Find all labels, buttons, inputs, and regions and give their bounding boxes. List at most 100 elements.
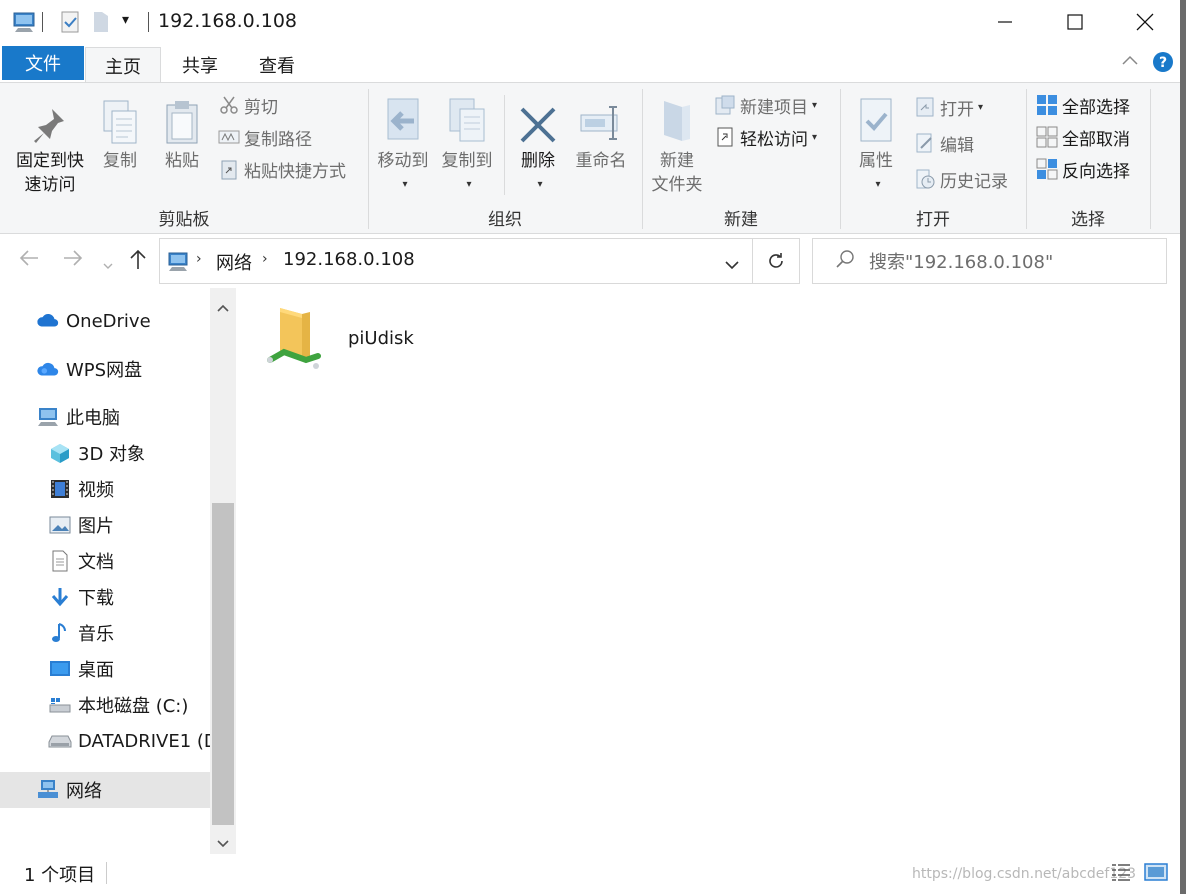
move-to-label: 移动到 bbox=[377, 151, 429, 171]
new-item-button[interactable]: 新建项目 ▾ bbox=[714, 91, 817, 119]
copy-path-icon bbox=[218, 126, 240, 148]
delete-button[interactable]: 删除 ▾ bbox=[510, 93, 566, 197]
nav-label: 视频 bbox=[78, 480, 114, 501]
select-all-icon bbox=[1036, 94, 1058, 116]
recent-locations-chevron-icon[interactable] bbox=[102, 252, 114, 276]
back-arrow-icon[interactable] bbox=[18, 248, 40, 273]
properties-button[interactable]: 属性 ▾ bbox=[846, 93, 906, 197]
move-to-button[interactable]: 移动到 ▾ bbox=[372, 93, 434, 197]
list-item[interactable]: piUdisk bbox=[266, 304, 466, 376]
delete-dropdown-icon: ▾ bbox=[537, 179, 543, 190]
close-button[interactable] bbox=[1110, 0, 1180, 44]
tab-share[interactable]: 共享 bbox=[165, 47, 235, 82]
new-folder-qat-icon[interactable] bbox=[92, 10, 110, 39]
select-none-label: 全部取消 bbox=[1062, 129, 1130, 150]
select-all-label: 全部选择 bbox=[1062, 97, 1130, 118]
paste-label: 粘贴 bbox=[165, 151, 199, 171]
copy-button[interactable]: 复制 bbox=[94, 93, 146, 173]
nav-item-local-disk-c[interactable]: 本地磁盘 (C:) bbox=[48, 690, 188, 720]
svg-text:?: ? bbox=[1159, 55, 1167, 71]
edit-icon bbox=[914, 132, 936, 154]
invert-selection-button[interactable]: 反向选择 bbox=[1036, 155, 1130, 183]
nav-item-music[interactable]: 音乐 bbox=[48, 618, 114, 648]
refresh-icon bbox=[769, 253, 783, 268]
properties-dropdown-icon: ▾ bbox=[875, 179, 881, 190]
nav-item-this-pc[interactable]: 此电脑 bbox=[36, 402, 120, 432]
video-film-icon bbox=[48, 477, 72, 501]
nav-item-downloads[interactable]: 下载 bbox=[48, 582, 114, 612]
properties-label: 属性 bbox=[859, 151, 893, 171]
details-view-icon[interactable] bbox=[1110, 862, 1132, 887]
ribbon-separator bbox=[1150, 89, 1151, 229]
nav-label: 桌面 bbox=[78, 660, 114, 681]
easy-access-button[interactable]: 轻松访问 ▾ bbox=[714, 123, 817, 151]
forward-arrow-icon[interactable] bbox=[62, 248, 84, 273]
search-box[interactable]: 搜索"192.168.0.108" bbox=[812, 238, 1167, 284]
pin-quick-access-button[interactable]: 固定到快 速访问 bbox=[8, 93, 92, 197]
paste-button[interactable]: 粘贴 bbox=[156, 93, 208, 173]
clipboard-group-label: 剪贴板 bbox=[158, 210, 210, 230]
new-folder-label-2: 文件夹 bbox=[651, 175, 703, 195]
large-icons-view-icon[interactable] bbox=[1144, 862, 1168, 887]
open-group-label: 打开 bbox=[916, 210, 950, 230]
nav-item-3d-objects[interactable]: 3D 对象 bbox=[48, 438, 145, 468]
open-button[interactable]: 打开 ▾ bbox=[914, 93, 983, 121]
move-to-icon bbox=[372, 93, 434, 145]
collapse-ribbon-icon[interactable] bbox=[1120, 52, 1140, 73]
nav-item-wps[interactable]: WPS网盘 bbox=[36, 354, 142, 384]
pictures-icon bbox=[48, 513, 72, 537]
nav-item-network[interactable]: 网络 bbox=[36, 775, 102, 805]
paste-shortcut-button[interactable]: 粘贴快捷方式 bbox=[218, 155, 346, 183]
edit-button[interactable]: 编辑 bbox=[914, 129, 974, 157]
help-icon[interactable]: ? bbox=[1152, 51, 1174, 78]
tab-home[interactable]: 主页 bbox=[85, 47, 161, 83]
search-icon bbox=[835, 249, 855, 274]
nav-label: 下载 bbox=[78, 588, 114, 609]
breadcrumb-host[interactable]: 192.168.0.108 bbox=[283, 249, 415, 270]
nav-item-datadrive[interactable]: DATADRIVE1 (D bbox=[48, 726, 218, 756]
breadcrumb-chevron-icon[interactable]: › bbox=[196, 251, 202, 267]
nav-item-desktop[interactable]: 桌面 bbox=[48, 654, 114, 684]
easy-access-icon bbox=[714, 126, 736, 148]
scroll-down-icon[interactable] bbox=[216, 834, 230, 854]
new-folder-button[interactable]: 新建 文件夹 bbox=[646, 93, 708, 197]
3d-objects-cube-icon bbox=[48, 441, 72, 465]
nav-item-documents[interactable]: 文档 bbox=[48, 546, 114, 576]
refresh-button[interactable] bbox=[753, 238, 800, 284]
address-bar[interactable]: › 网络 › 192.168.0.108 bbox=[159, 238, 753, 284]
scroll-up-icon[interactable] bbox=[216, 298, 230, 318]
breadcrumb-network[interactable]: 网络 bbox=[216, 249, 252, 275]
copy-to-dropdown-icon: ▾ bbox=[466, 179, 472, 190]
pin-icon bbox=[8, 93, 92, 145]
properties-qat-icon[interactable] bbox=[60, 10, 80, 39]
select-none-button[interactable]: 全部取消 bbox=[1036, 123, 1130, 151]
copy-to-button[interactable]: 复制到 ▾ bbox=[436, 93, 498, 197]
minimize-button[interactable] bbox=[970, 0, 1040, 44]
copy-path-button[interactable]: 复制路径 bbox=[218, 123, 312, 151]
nav-label: WPS网盘 bbox=[66, 360, 143, 381]
qat-separator bbox=[42, 12, 43, 32]
computer-icon[interactable] bbox=[12, 10, 38, 39]
history-button[interactable]: 历史记录 bbox=[914, 165, 1008, 193]
cut-button[interactable]: 剪切 bbox=[218, 91, 278, 119]
onedrive-cloud-icon bbox=[36, 309, 60, 333]
new-item-dropdown-icon: ▾ bbox=[812, 99, 818, 111]
status-bar: 1 个项目 https://blog.csdn.net/abcdef123 bbox=[0, 854, 1186, 894]
up-arrow-icon[interactable] bbox=[128, 248, 148, 275]
nav-item-pictures[interactable]: 图片 bbox=[48, 510, 114, 540]
open-label: 打开 bbox=[940, 99, 974, 120]
nav-scroll-thumb[interactable] bbox=[212, 503, 234, 825]
rename-button[interactable]: 重命名 bbox=[570, 93, 632, 173]
nav-item-videos[interactable]: 视频 bbox=[48, 474, 114, 504]
maximize-button[interactable] bbox=[1040, 0, 1110, 44]
tab-view[interactable]: 查看 bbox=[242, 47, 312, 82]
new-folder-label-1: 新建 bbox=[660, 151, 694, 171]
nav-item-onedrive[interactable]: OneDrive bbox=[36, 306, 151, 336]
qat-dropdown-icon[interactable]: ▾ bbox=[122, 12, 129, 28]
select-all-button[interactable]: 全部选择 bbox=[1036, 91, 1130, 119]
tab-file[interactable]: 文件 bbox=[2, 46, 84, 80]
history-icon bbox=[914, 168, 936, 190]
address-history-chevron-icon[interactable] bbox=[724, 256, 740, 276]
breadcrumb-chevron-icon[interactable]: › bbox=[262, 251, 268, 267]
windows-drive-icon bbox=[48, 693, 72, 717]
